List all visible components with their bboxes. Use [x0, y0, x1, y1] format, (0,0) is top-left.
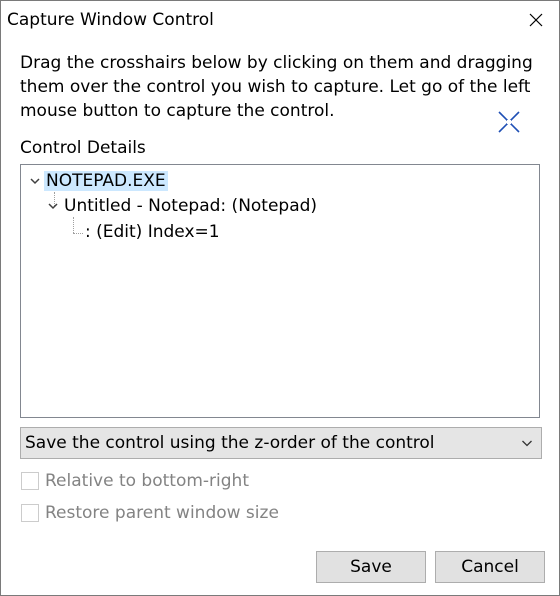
restore-parent-size-label: Restore parent window size: [45, 503, 279, 523]
tree-connector: [73, 217, 74, 233]
restore-parent-size-checkbox[interactable]: [21, 504, 39, 522]
tree-node-edit-control[interactable]: : (Edit) Index=1: [83, 220, 222, 244]
control-details-label: Control Details: [20, 138, 146, 158]
relative-bottom-right-checkbox[interactable]: [21, 472, 39, 490]
title-bar[interactable]: Capture Window Control: [1, 1, 559, 39]
close-button[interactable]: [513, 1, 559, 39]
chevron-down-icon[interactable]: [29, 175, 41, 187]
tree-node-label[interactable]: Untitled - Notepad: (Notepad): [62, 196, 319, 216]
save-mode-dropdown[interactable]: Save the control using the z-order of th…: [20, 427, 542, 459]
tree-node-untitled-notepad[interactable]: Untitled - Notepad: (Notepad): [47, 194, 319, 218]
instructions-text: Drag the crosshairs below by clicking on…: [20, 53, 533, 121]
tree-node-notepad-exe[interactable]: NOTEPAD.EXE: [29, 169, 168, 193]
crosshair-icon: [498, 111, 520, 133]
save-mode-value: Save the control using the z-order of th…: [25, 433, 435, 453]
window-title: Capture Window Control: [7, 10, 214, 30]
chevron-down-icon[interactable]: [47, 200, 59, 212]
close-icon: [529, 13, 543, 27]
cancel-button[interactable]: Cancel: [435, 551, 545, 583]
tree-node-label[interactable]: NOTEPAD.EXE: [44, 171, 168, 191]
crosshair-drag-handle[interactable]: [496, 109, 522, 135]
tree-connector: [73, 233, 83, 234]
save-button[interactable]: Save: [316, 551, 426, 583]
chevron-down-icon: [522, 440, 532, 447]
tree-node-label[interactable]: : (Edit) Index=1: [83, 222, 222, 242]
dropdown-arrow[interactable]: [513, 428, 541, 458]
restore-parent-size-option[interactable]: Restore parent window size: [21, 502, 279, 524]
relative-bottom-right-option[interactable]: Relative to bottom-right: [21, 470, 249, 492]
relative-bottom-right-label: Relative to bottom-right: [45, 471, 249, 491]
capture-window-dialog: Capture Window Control Drag the crosshai…: [0, 0, 560, 596]
control-details-tree[interactable]: NOTEPAD.EXE Untitled - Notepad: (Notepad…: [20, 164, 540, 418]
